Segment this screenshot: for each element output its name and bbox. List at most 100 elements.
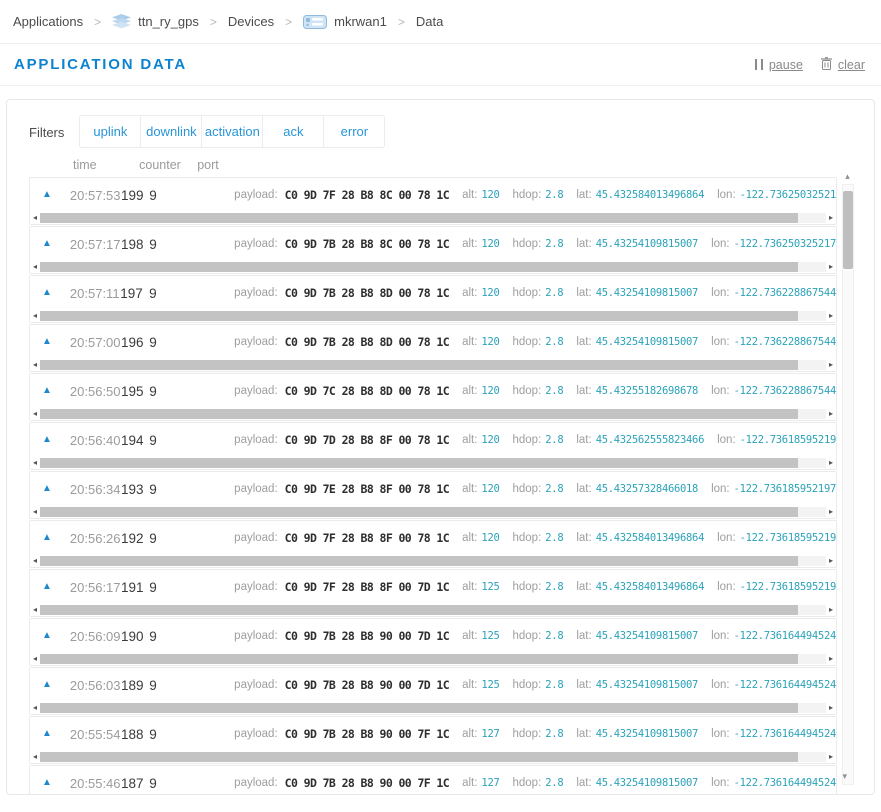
scroll-up-icon[interactable]: ▴ (845, 172, 850, 181)
data-row-main[interactable]: ▲ 20:56:26 192 9 payload: C0 9D 7F 28 B8… (30, 521, 836, 555)
horizontal-scrollbar[interactable]: ◂ ▸ (30, 261, 836, 273)
filter-activation-button[interactable]: activation (201, 115, 263, 148)
vertical-scrollbar[interactable]: ▴ ▾ (841, 172, 854, 788)
scroll-down-icon[interactable]: ▾ (843, 772, 848, 781)
horizontal-scrollbar-track[interactable] (40, 409, 826, 419)
scroll-left-icon[interactable]: ◂ (33, 410, 37, 418)
scroll-right-icon[interactable]: ▸ (829, 655, 833, 663)
scroll-left-icon[interactable]: ◂ (33, 655, 37, 663)
horizontal-scrollbar-track[interactable] (40, 360, 826, 370)
clear-button[interactable]: clear (821, 57, 865, 73)
pause-button[interactable]: pause (755, 58, 803, 72)
horizontal-scrollbar-track[interactable] (40, 556, 826, 566)
scroll-right-icon[interactable]: ▸ (829, 312, 833, 320)
data-row[interactable]: ▲ 20:55:54 188 9 payload: C0 9D 7B 28 B8… (29, 716, 837, 764)
data-row-main[interactable]: ▲ 20:55:54 188 9 payload: C0 9D 7B 28 B8… (30, 717, 836, 751)
scroll-right-icon[interactable]: ▸ (829, 263, 833, 271)
scroll-left-icon[interactable]: ◂ (33, 214, 37, 222)
scroll-left-icon[interactable]: ◂ (33, 263, 37, 271)
scroll-left-icon[interactable]: ◂ (33, 704, 37, 712)
data-row-main[interactable]: ▲ 20:56:03 189 9 payload: C0 9D 7B 28 B8… (30, 668, 836, 702)
horizontal-scrollbar-track[interactable] (40, 752, 826, 762)
scroll-right-icon[interactable]: ▸ (829, 361, 833, 369)
data-row-main[interactable]: ▲ 20:56:09 190 9 payload: C0 9D 7B 28 B8… (30, 619, 836, 653)
filter-error-button[interactable]: error (323, 115, 385, 148)
horizontal-scrollbar[interactable]: ◂ ▸ (30, 359, 836, 371)
horizontal-scrollbar-thumb[interactable] (40, 752, 798, 762)
horizontal-scrollbar-track[interactable] (40, 311, 826, 321)
vertical-scrollbar-thumb[interactable] (843, 191, 853, 269)
scroll-right-icon[interactable]: ▸ (829, 557, 833, 565)
scroll-right-icon[interactable]: ▸ (829, 410, 833, 418)
horizontal-scrollbar-track[interactable] (40, 654, 826, 664)
data-row[interactable]: ▲ 20:57:53 199 9 payload: C0 9D 7F 28 B8… (29, 177, 837, 225)
horizontal-scrollbar-thumb[interactable] (40, 556, 798, 566)
scroll-left-icon[interactable]: ◂ (33, 753, 37, 761)
scroll-right-icon[interactable]: ▸ (829, 704, 833, 712)
horizontal-scrollbar[interactable]: ◂ ▸ (30, 751, 836, 763)
horizontal-scrollbar-track[interactable] (40, 703, 826, 713)
horizontal-scrollbar-track[interactable] (40, 213, 826, 223)
horizontal-scrollbar[interactable]: ◂ ▸ (30, 212, 836, 224)
data-row-main[interactable]: ▲ 20:56:40 194 9 payload: C0 9D 7D 28 B8… (30, 423, 836, 457)
data-row-main[interactable]: ▲ 20:57:00 196 9 payload: C0 9D 7B 28 B8… (30, 325, 836, 359)
scroll-left-icon[interactable]: ◂ (33, 361, 37, 369)
horizontal-scrollbar-thumb[interactable] (40, 507, 798, 517)
horizontal-scrollbar-thumb[interactable] (40, 409, 798, 419)
scroll-left-icon[interactable]: ◂ (33, 459, 37, 467)
data-row[interactable]: ▲ 20:57:00 196 9 payload: C0 9D 7B 28 B8… (29, 324, 837, 372)
horizontal-scrollbar[interactable]: ◂ ▸ (30, 653, 836, 665)
horizontal-scrollbar[interactable]: ◂ ▸ (30, 457, 836, 469)
horizontal-scrollbar-thumb[interactable] (40, 605, 798, 615)
data-row-main[interactable]: ▲ 20:55:46 187 9 payload: C0 9D 7B 28 B8… (30, 766, 836, 795)
data-row[interactable]: ▲ 20:57:11 197 9 payload: C0 9D 7B 28 B8… (29, 275, 837, 323)
scroll-right-icon[interactable]: ▸ (829, 459, 833, 467)
data-row[interactable]: ▲ 20:56:17 191 9 payload: C0 9D 7F 28 B8… (29, 569, 837, 617)
data-row[interactable]: ▲ 20:57:17 198 9 payload: C0 9D 7B 28 B8… (29, 226, 837, 274)
horizontal-scrollbar-thumb[interactable] (40, 213, 798, 223)
scroll-left-icon[interactable]: ◂ (33, 508, 37, 516)
horizontal-scrollbar[interactable]: ◂ ▸ (30, 310, 836, 322)
horizontal-scrollbar-track[interactable] (40, 605, 826, 615)
filter-downlink-button[interactable]: downlink (140, 115, 202, 148)
horizontal-scrollbar[interactable]: ◂ ▸ (30, 604, 836, 616)
scroll-left-icon[interactable]: ◂ (33, 312, 37, 320)
scroll-right-icon[interactable]: ▸ (829, 508, 833, 516)
breadcrumb-applications[interactable]: Applications (13, 14, 83, 29)
data-row[interactable]: ▲ 20:56:09 190 9 payload: C0 9D 7B 28 B8… (29, 618, 837, 666)
data-row-main[interactable]: ▲ 20:57:17 198 9 payload: C0 9D 7B 28 B8… (30, 227, 836, 261)
horizontal-scrollbar[interactable]: ◂ ▸ (30, 555, 836, 567)
horizontal-scrollbar-thumb[interactable] (40, 458, 798, 468)
data-row-main[interactable]: ▲ 20:56:34 193 9 payload: C0 9D 7E 28 B8… (30, 472, 836, 506)
filter-uplink-button[interactable]: uplink (79, 115, 141, 148)
filter-ack-button[interactable]: ack (262, 115, 324, 148)
scroll-right-icon[interactable]: ▸ (829, 606, 833, 614)
scroll-left-icon[interactable]: ◂ (33, 606, 37, 614)
data-row-main[interactable]: ▲ 20:56:50 195 9 payload: C0 9D 7C 28 B8… (30, 374, 836, 408)
data-row[interactable]: ▲ 20:56:40 194 9 payload: C0 9D 7D 28 B8… (29, 422, 837, 470)
breadcrumb-application-ttn-ry-gps[interactable]: ttn_ry_gps (112, 14, 199, 29)
horizontal-scrollbar-thumb[interactable] (40, 262, 798, 272)
data-row[interactable]: ▲ 20:56:34 193 9 payload: C0 9D 7E 28 B8… (29, 471, 837, 519)
horizontal-scrollbar-thumb[interactable] (40, 311, 798, 321)
data-row-main[interactable]: ▲ 20:56:17 191 9 payload: C0 9D 7F 28 B8… (30, 570, 836, 604)
horizontal-scrollbar-track[interactable] (40, 458, 826, 468)
data-row[interactable]: ▲ 20:56:50 195 9 payload: C0 9D 7C 28 B8… (29, 373, 837, 421)
breadcrumb-device-mkrwan1[interactable]: mkrwan1 (303, 14, 387, 29)
horizontal-scrollbar[interactable]: ◂ ▸ (30, 702, 836, 714)
horizontal-scrollbar-thumb[interactable] (40, 360, 798, 370)
horizontal-scrollbar[interactable]: ◂ ▸ (30, 408, 836, 420)
data-row-main[interactable]: ▲ 20:57:53 199 9 payload: C0 9D 7F 28 B8… (30, 178, 836, 212)
breadcrumb-data[interactable]: Data (416, 14, 443, 29)
data-row[interactable]: ▲ 20:55:46 187 9 payload: C0 9D 7B 28 B8… (29, 765, 837, 795)
scroll-right-icon[interactable]: ▸ (829, 214, 833, 222)
horizontal-scrollbar[interactable]: ◂ ▸ (30, 506, 836, 518)
data-row[interactable]: ▲ 20:56:03 189 9 payload: C0 9D 7B 28 B8… (29, 667, 837, 715)
scroll-left-icon[interactable]: ◂ (33, 557, 37, 565)
data-row-main[interactable]: ▲ 20:57:11 197 9 payload: C0 9D 7B 28 B8… (30, 276, 836, 310)
vertical-scrollbar-track[interactable]: ▾ (842, 184, 854, 785)
horizontal-scrollbar-thumb[interactable] (40, 703, 798, 713)
scroll-right-icon[interactable]: ▸ (829, 753, 833, 761)
horizontal-scrollbar-track[interactable] (40, 262, 826, 272)
horizontal-scrollbar-track[interactable] (40, 507, 826, 517)
